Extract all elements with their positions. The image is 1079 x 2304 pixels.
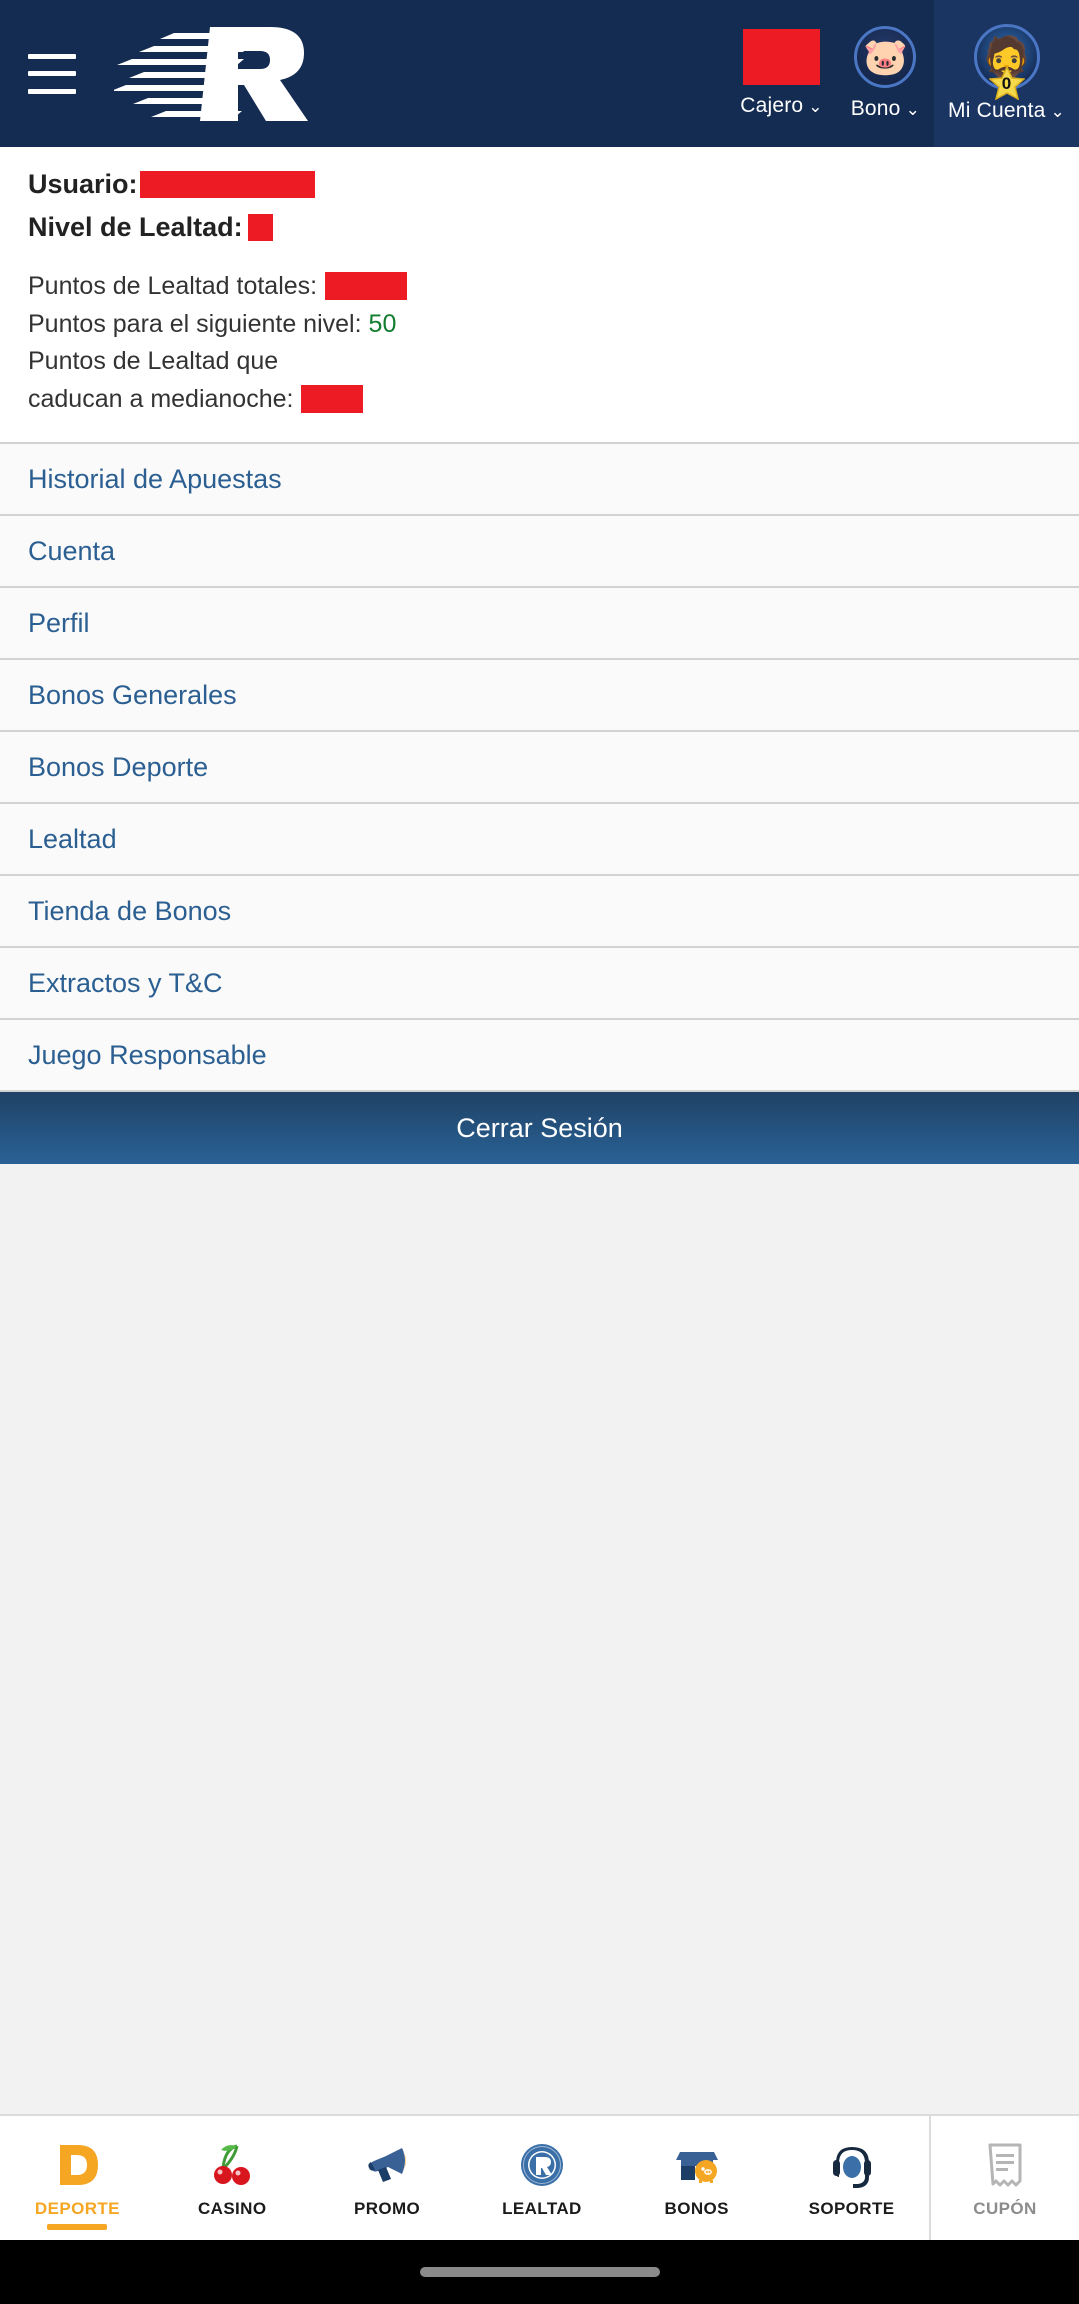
headset-icon: [827, 2137, 877, 2193]
nav-item-promo-label: PROMO: [353, 2199, 421, 2218]
usuario-label: Usuario:: [28, 169, 138, 199]
account-menu-list: Historial de Apuestas Cuenta Perfil Bono…: [0, 442, 1079, 1092]
menu-item-label: Perfil: [28, 607, 90, 638]
chevron-down-icon: ⌄: [905, 100, 921, 119]
header-actions: Cajero ⌄ 🐷 Bono ⌄ 🧔 0 Mi Cuenta ⌄: [726, 0, 1079, 147]
cherries-icon: [207, 2137, 257, 2193]
nav-item-lealtad-label: LEALTAD: [502, 2199, 582, 2218]
header-item-mi-cuenta[interactable]: 🧔 0 Mi Cuenta ⌄: [934, 0, 1079, 147]
app-screen: Cajero ⌄ 🐷 Bono ⌄ 🧔 0 Mi Cuenta ⌄ Usuari…: [0, 0, 1079, 2304]
hamburger-bar: [28, 71, 76, 76]
megaphone-icon: [362, 2137, 412, 2193]
puntos-caducan-row-line2: caducan a medianoche:: [28, 382, 1051, 417]
level-star-badge: 0: [988, 66, 1025, 100]
puntos-totales-label: Puntos de Lealtad totales:: [28, 272, 318, 300]
piggy-bank-icon: 🐷: [854, 26, 917, 88]
chevron-down-icon: ⌄: [808, 97, 823, 116]
header-item-cajero[interactable]: Cajero ⌄: [726, 0, 837, 147]
puntos-siguiente-label: Puntos para el siguiente nivel:: [28, 309, 362, 338]
menu-item-bonos-deporte[interactable]: Bonos Deporte: [0, 732, 1079, 804]
menu-item-perfil[interactable]: Perfil: [0, 588, 1079, 660]
logout-button[interactable]: Cerrar Sesión: [0, 1092, 1079, 1164]
nav-item-deporte-label: DEPORTE: [34, 2199, 120, 2218]
header-item-bono[interactable]: 🐷 Bono ⌄: [837, 0, 934, 147]
piggy-glyph: 🐷: [862, 36, 908, 77]
nav-item-lealtad[interactable]: LEALTAD: [464, 2116, 619, 2240]
receipt-icon: [983, 2137, 1027, 2193]
chevron-down-icon: ⌄: [1050, 102, 1065, 121]
hamburger-menu-icon[interactable]: [28, 53, 76, 94]
menu-item-extractos-y-tyc[interactable]: Extractos y T&C: [0, 948, 1079, 1020]
user-info-panel: Usuario: Nivel de Lealtad: Puntos de Lea…: [0, 147, 1079, 442]
nivel-lealtad-row: Nivel de Lealtad:: [28, 212, 1051, 243]
deporte-d-icon: [52, 2137, 102, 2193]
nav-item-bonos-label: BONOS: [664, 2199, 729, 2218]
puntos-caducan-label-1: Puntos de Lealtad que: [28, 347, 279, 375]
menu-item-label: Bonos Generales: [28, 679, 237, 710]
menu-item-cuenta[interactable]: Cuenta: [0, 516, 1079, 588]
nav-active-underline: [47, 2224, 108, 2230]
menu-item-label: Bonos Deporte: [28, 751, 209, 782]
puntos-siguiente-row: Puntos para el siguiente nivel: 50: [28, 307, 1051, 342]
header-item-bono-label: Bono ⌄: [850, 97, 921, 120]
menu-item-label: Cuenta: [28, 535, 116, 566]
balance-redaction-box: [742, 29, 820, 85]
usuario-row: Usuario:: [28, 169, 1051, 200]
nav-item-cupon-label: CUPÓN: [973, 2199, 1037, 2218]
menu-item-lealtad[interactable]: Lealtad: [0, 804, 1079, 876]
bottom-nav-main-group: DEPORTE CASINO PROMO LEALTAD BONOS SOPOR…: [0, 2116, 929, 2240]
header-item-cajero-label: Cajero ⌄: [740, 94, 823, 117]
level-star-value: 0: [1001, 74, 1012, 93]
puntos-siguiente-value: 50: [368, 309, 397, 338]
brand-logo[interactable]: [114, 19, 344, 129]
hamburger-bar: [28, 88, 76, 94]
nav-item-soporte-label: SOPORTE: [808, 2199, 895, 2218]
puntos-caducan-row-line1: Puntos de Lealtad que: [28, 344, 1051, 379]
nav-item-cupon[interactable]: CUPÓN: [931, 2116, 1079, 2240]
puntos-totales-row: Puntos de Lealtad totales:: [28, 269, 1051, 304]
nav-item-casino-label: CASINO: [197, 2199, 267, 2218]
nav-item-promo[interactable]: PROMO: [310, 2116, 465, 2240]
nav-item-soporte[interactable]: SOPORTE: [774, 2116, 929, 2240]
menu-item-label: Juego Responsable: [28, 1039, 267, 1070]
home-indicator[interactable]: [419, 2267, 660, 2277]
shop-piggy-icon: [672, 2137, 722, 2193]
nivel-lealtad-redaction-box: [247, 214, 273, 241]
usuario-redaction-box: [139, 171, 315, 198]
nivel-lealtad-label: Nivel de Lealtad:: [28, 212, 243, 242]
puntos-caducan-redaction-box: [301, 384, 364, 413]
menu-item-historial-de-apuestas[interactable]: Historial de Apuestas: [0, 444, 1079, 516]
nav-item-casino[interactable]: CASINO: [155, 2116, 310, 2240]
avatar: 🧔 0: [973, 24, 1040, 100]
menu-item-juego-responsable[interactable]: Juego Responsable: [0, 1020, 1079, 1092]
hamburger-bar: [28, 53, 76, 59]
loyalty-points-block: Puntos de Lealtad totales: Puntos para e…: [28, 269, 1051, 416]
content-empty-area: [0, 1164, 1079, 2114]
app-header: Cajero ⌄ 🐷 Bono ⌄ 🧔 0 Mi Cuenta ⌄: [0, 0, 1079, 147]
rewards-seal-icon: [517, 2137, 567, 2193]
menu-item-label: Extractos y T&C: [28, 967, 223, 998]
system-navigation-bar: [0, 2240, 1079, 2304]
menu-item-label: Tienda de Bonos: [28, 895, 232, 926]
puntos-totales-redaction-box: [325, 272, 408, 301]
menu-item-tienda-de-bonos[interactable]: Tienda de Bonos: [0, 876, 1079, 948]
menu-item-label: Historial de Apuestas: [28, 463, 282, 494]
menu-item-bonos-generales[interactable]: Bonos Generales: [0, 660, 1079, 732]
bottom-navigation-bar: DEPORTE CASINO PROMO LEALTAD BONOS SOPOR…: [0, 2114, 1079, 2240]
header-item-mi-cuenta-label: Mi Cuenta ⌄: [948, 99, 1065, 122]
puntos-caducan-label-2: caducan a medianoche:: [28, 384, 294, 413]
nav-item-deporte[interactable]: DEPORTE: [0, 2116, 155, 2240]
menu-item-label: Lealtad: [28, 823, 117, 854]
nav-item-bonos[interactable]: BONOS: [619, 2116, 774, 2240]
